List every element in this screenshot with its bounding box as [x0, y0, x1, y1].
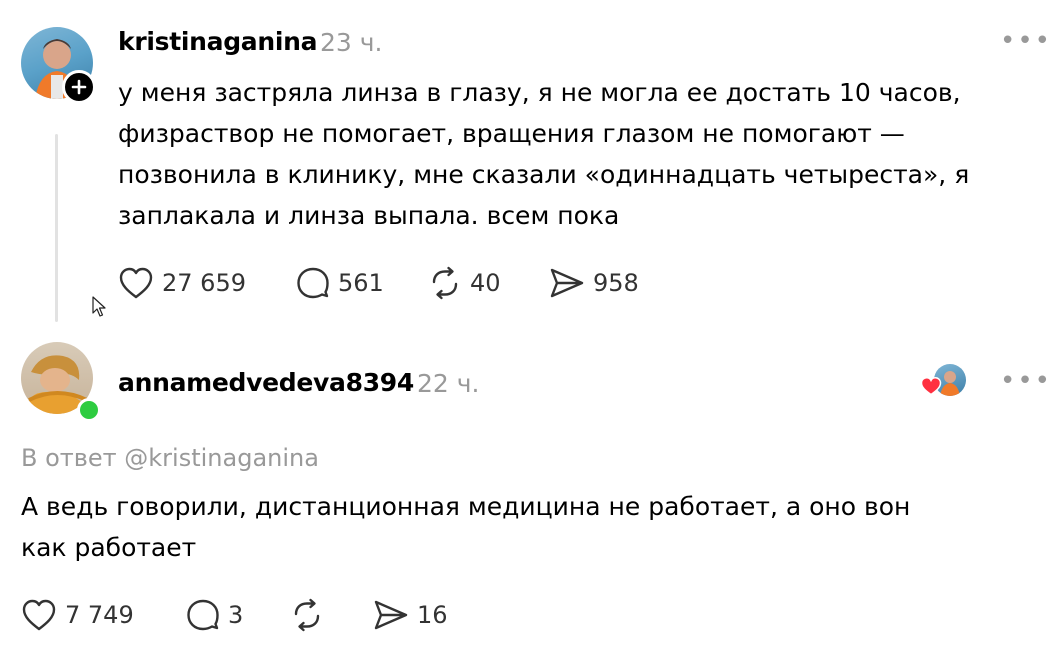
- post-comment-count: 561: [338, 269, 384, 297]
- reply-text-line: как работает: [21, 533, 197, 562]
- post-text-line: заплакала и линза выпала. всем пока: [118, 201, 620, 230]
- online-status-dot: [77, 398, 101, 422]
- follow-button[interactable]: [62, 70, 96, 104]
- send-icon: [550, 268, 584, 298]
- reply-text: А ведь говорили, дистанционная медицина …: [21, 486, 1021, 568]
- post-share-count: 958: [593, 269, 639, 297]
- post-like-button[interactable]: 27 659: [118, 266, 246, 300]
- post-text-line: у меня застряла линза в глазу, я не могл…: [118, 78, 961, 107]
- reply-to-label[interactable]: В ответ @kristinaganina: [21, 444, 319, 472]
- post-more-button[interactable]: •••: [1000, 26, 1052, 56]
- heart-icon: [119, 267, 153, 299]
- reply-like-count: 7 749: [65, 601, 134, 629]
- reply-more-button[interactable]: •••: [1000, 366, 1052, 396]
- reply-username[interactable]: annamedvedeva8394: [118, 368, 414, 397]
- send-icon: [374, 600, 408, 630]
- reply-time[interactable]: 22 ч.: [417, 369, 479, 398]
- post-comment-button[interactable]: 561: [296, 266, 384, 300]
- post-repost-button[interactable]: 40: [428, 266, 501, 300]
- thread-line: [55, 134, 58, 322]
- mouse-cursor-icon: [92, 296, 106, 317]
- reply-comment-count: 3: [228, 601, 244, 629]
- reply-share-button[interactable]: 16: [373, 598, 448, 632]
- reply-share-count: 16: [417, 601, 448, 629]
- heart-icon: [22, 599, 56, 631]
- reply-like-button[interactable]: 7 749: [21, 598, 134, 632]
- post-share-button[interactable]: 958: [549, 266, 639, 300]
- post-text: у меня застряла линза в глазу, я не могл…: [118, 72, 1038, 236]
- reply-comment-button[interactable]: 3: [186, 598, 243, 632]
- post-username[interactable]: kristinaganina: [118, 27, 318, 56]
- liked-by-author-badge: [920, 364, 968, 398]
- post-like-count: 27 659: [162, 269, 246, 297]
- repost-icon: [294, 598, 320, 632]
- post-text-line: позвонила в клинику, мне сказали «одинна…: [118, 160, 970, 189]
- comment-icon: [187, 599, 219, 631]
- post-time[interactable]: 23 ч.: [320, 28, 382, 57]
- post-text-line: физраствор не помогает, вращения глазом …: [118, 119, 905, 148]
- post-repost-count: 40: [470, 269, 501, 297]
- reply-repost-button[interactable]: [290, 598, 324, 632]
- heart-badge-icon: [920, 377, 942, 396]
- comment-icon: [297, 267, 329, 299]
- reply-text-line: А ведь говорили, дистанционная медицина …: [21, 492, 911, 521]
- plus-icon: [71, 79, 87, 95]
- repost-icon: [432, 266, 458, 300]
